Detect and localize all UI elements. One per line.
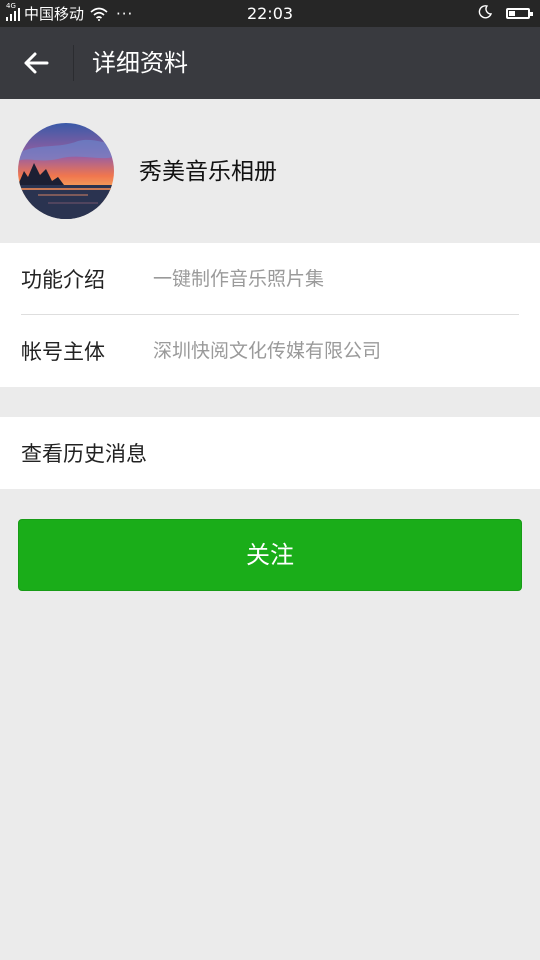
account-name: 秀美音乐相册 bbox=[139, 159, 277, 185]
info-list: 功能介绍 一键制作音乐照片集 帐号主体 深圳快阅文化传媒有限公司 bbox=[0, 243, 540, 387]
info-row-account-owner[interactable]: 帐号主体 深圳快阅文化传媒有限公司 bbox=[0, 315, 540, 386]
info-value: 一键制作音乐照片集 bbox=[153, 268, 325, 290]
arrow-left-icon bbox=[24, 52, 49, 74]
history-messages-label: 查看历史消息 bbox=[21, 442, 147, 466]
info-value: 深圳快阅文化传媒有限公司 bbox=[153, 340, 382, 362]
page-title: 详细资料 bbox=[92, 49, 188, 77]
history-messages-item[interactable]: 查看历史消息 bbox=[0, 417, 540, 489]
status-right bbox=[478, 0, 533, 27]
clock: 22:03 bbox=[246, 4, 294, 23]
follow-button[interactable]: 关注 bbox=[18, 519, 522, 591]
avatar[interactable] bbox=[18, 123, 114, 219]
info-label: 功能介绍 bbox=[21, 268, 105, 292]
battery-icon bbox=[506, 8, 533, 19]
status-bar: 4G 中国移动 ··· 22:03 bbox=[0, 0, 540, 27]
title-divider bbox=[73, 45, 74, 81]
title-bar: 详细资料 bbox=[0, 27, 540, 99]
info-row-introduction: 功能介绍 一键制作音乐照片集 bbox=[0, 243, 540, 315]
profile-header: 秀美音乐相册 bbox=[0, 99, 540, 242]
back-button[interactable] bbox=[12, 39, 60, 87]
battery-level bbox=[509, 11, 515, 16]
do-not-disturb-moon-icon bbox=[478, 4, 493, 23]
info-label: 帐号主体 bbox=[21, 340, 105, 364]
